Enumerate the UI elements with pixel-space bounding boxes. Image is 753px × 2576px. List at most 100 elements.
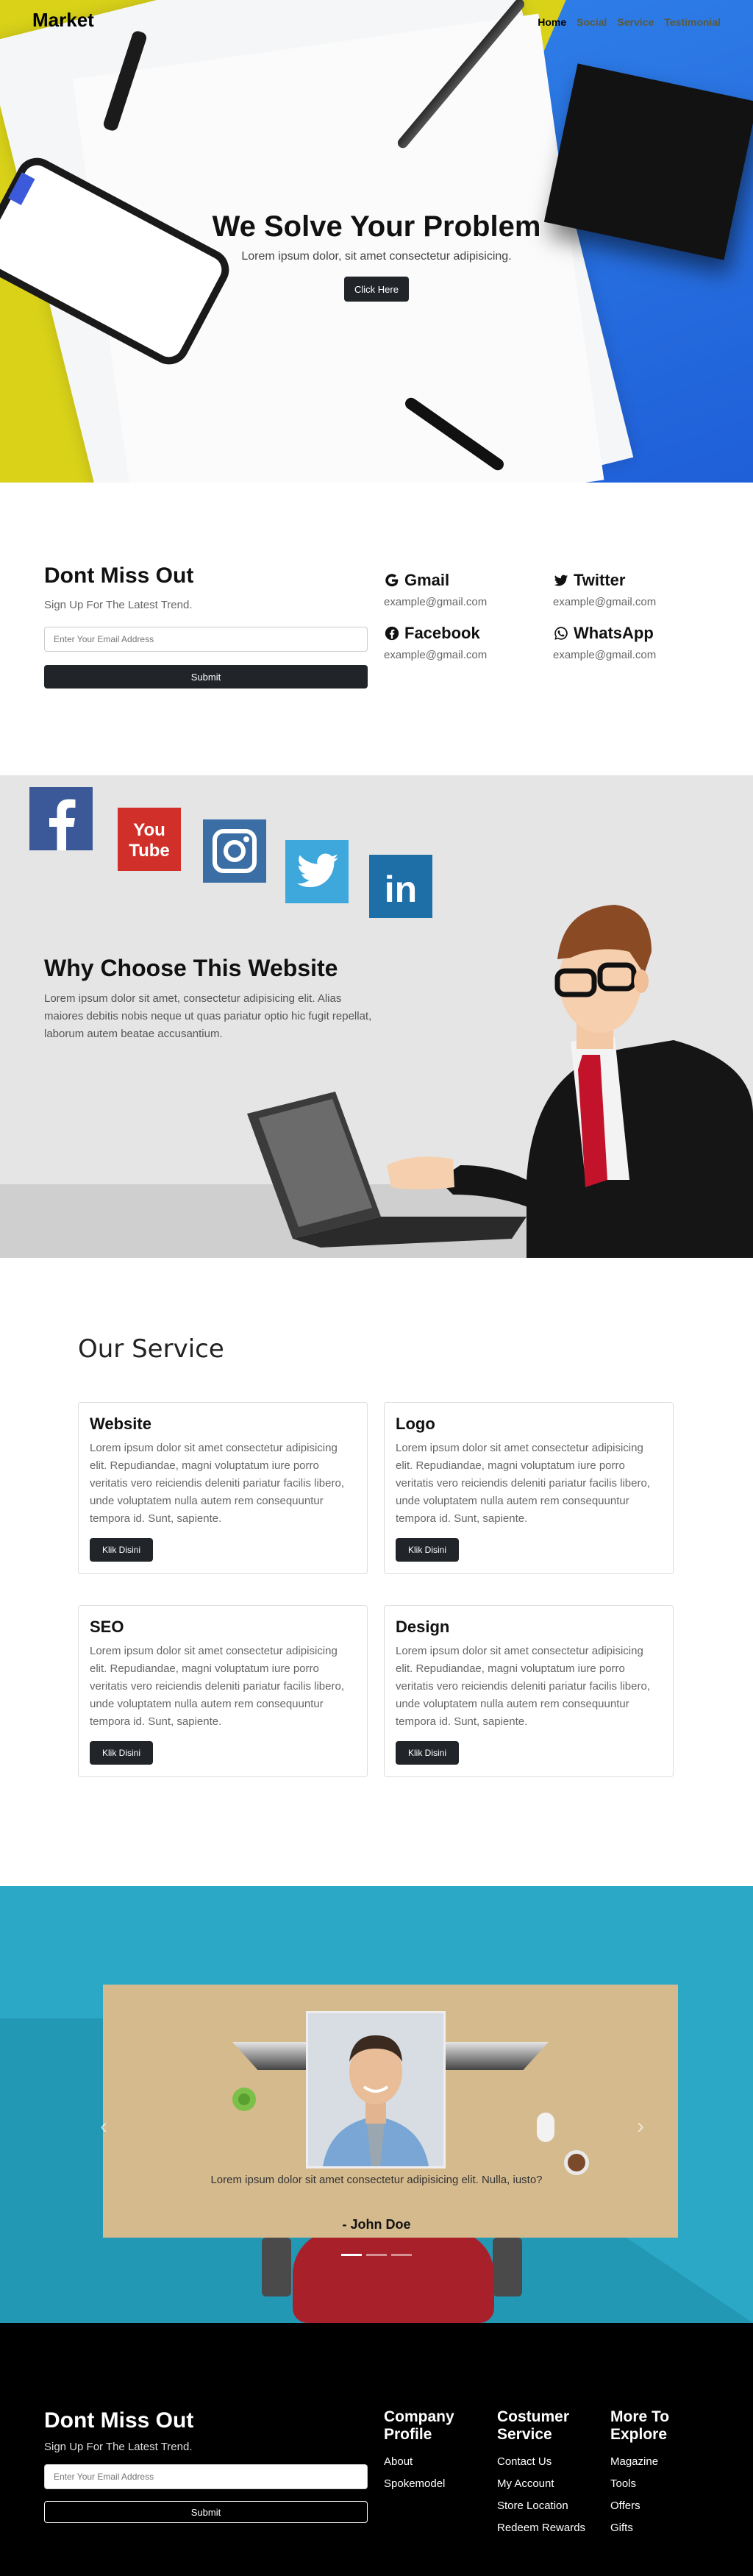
footer-link-about[interactable]: About: [384, 2451, 487, 2473]
service-card-title: Design: [396, 1618, 450, 1636]
contact-whatsapp[interactable]: WhatsApp example@gmail.com: [553, 624, 656, 661]
contact-twitter-label: Twitter: [574, 571, 626, 589]
footer-column-company: Company Profile About Spokemodel: [384, 2408, 487, 2495]
service-card-button[interactable]: Klik Disini: [396, 1538, 459, 1562]
nav-link-social[interactable]: Social: [577, 16, 607, 28]
contact-gmail[interactable]: Gmail example@gmail.com: [384, 571, 487, 608]
service-card-button[interactable]: Klik Disini: [90, 1538, 153, 1562]
mouse-icon: [537, 2113, 554, 2142]
nav-link-home[interactable]: Home: [538, 16, 566, 28]
service-card-text: Lorem ipsum dolor sit amet consectetur a…: [396, 1645, 650, 1728]
brand-logo[interactable]: Market: [32, 9, 94, 32]
google-icon: [385, 574, 399, 587]
why-text: Lorem ipsum dolor sit amet, consectetur …: [44, 992, 372, 1040]
hero-subtitle: Lorem ipsum dolor, sit amet consectetur …: [241, 250, 512, 263]
testimonial-section: Lorem ipsum dolor sit amet consectetur a…: [0, 1886, 753, 2323]
contact-whatsapp-email: example@gmail.com: [553, 649, 657, 661]
why-title: Why Choose This Website: [44, 955, 338, 981]
footer-link-offers[interactable]: Offers: [610, 2495, 713, 2517]
service-card-button[interactable]: Klik Disini: [396, 1741, 459, 1765]
newsletter-subtitle: Sign Up For The Latest Trend.: [44, 599, 193, 611]
chevron-right-icon[interactable]: ›: [637, 2114, 644, 2139]
service-card-seo: SEO Lorem ipsum dolor sit amet consectet…: [78, 1605, 368, 1777]
footer-column-title: Costumer Service: [497, 2408, 570, 2443]
footer-link-spokemodel[interactable]: Spokemodel: [384, 2473, 487, 2495]
carousel-indicator[interactable]: [391, 2254, 412, 2256]
service-card-logo: Logo Lorem ipsum dolor sit amet consecte…: [384, 1402, 674, 1574]
footer-column-title: Company Profile: [384, 2408, 454, 2443]
hero-section: Market Home Social Service Testimonial W…: [0, 0, 753, 483]
carousel-indicator[interactable]: [366, 2254, 387, 2256]
contact-facebook-email: example@gmail.com: [384, 649, 488, 661]
contact-twitter[interactable]: Twitter example@gmail.com: [553, 571, 656, 608]
footer-column-title: More To Explore: [610, 2408, 670, 2443]
contact-twitter-email: example@gmail.com: [553, 596, 657, 608]
footer: Dont Miss Out Sign Up For The Latest Tre…: [0, 2323, 753, 2576]
contact-gmail-label: Gmail: [404, 571, 450, 589]
testimonial-avatar: [306, 2011, 446, 2168]
footer-column-customer-service: Costumer Service Contact Us My Account S…: [497, 2408, 600, 2539]
chair-leg: [493, 2238, 522, 2296]
facebook-icon: [29, 787, 93, 850]
footer-title: Dont Miss Out: [44, 2408, 194, 2433]
twitter-icon: [554, 574, 568, 586]
carousel-indicator[interactable]: [341, 2254, 362, 2256]
contact-facebook-label: Facebook: [404, 624, 480, 642]
newsletter-submit-button[interactable]: Submit: [44, 665, 368, 689]
footer-link-magazine[interactable]: Magazine: [610, 2451, 713, 2473]
service-card-design: Design Lorem ipsum dolor sit amet consec…: [384, 1605, 674, 1777]
plant-icon: [232, 2088, 256, 2111]
coffee-cup-icon: [564, 2150, 589, 2175]
footer-column-explore: More To Explore Magazine Tools Offers Gi…: [610, 2408, 713, 2539]
navbar: Market Home Social Service Testimonial: [0, 0, 753, 44]
contact-whatsapp-label: WhatsApp: [574, 624, 654, 642]
contact-twitter-heading: Twitter: [553, 571, 656, 590]
testimonial-author: - John Doe: [342, 2217, 411, 2232]
contact-whatsapp-heading: WhatsApp: [553, 624, 656, 643]
whatsapp-icon: [554, 627, 568, 640]
chair-illustration: [293, 2230, 494, 2323]
footer-link-store-location[interactable]: Store Location: [497, 2495, 600, 2517]
chevron-left-icon[interactable]: ‹: [100, 2114, 107, 2139]
service-card-title: Website: [90, 1415, 151, 1433]
footer-submit-button[interactable]: Submit: [44, 2501, 368, 2523]
service-card-title: Logo: [396, 1415, 435, 1433]
hero-click-here-button[interactable]: Click Here: [344, 277, 409, 302]
nav-link-testimonial[interactable]: Testimonial: [664, 16, 721, 28]
hero-title: We Solve Your Problem: [212, 210, 541, 243]
service-card-text: Lorem ipsum dolor sit amet consectetur a…: [396, 1442, 650, 1525]
footer-link-redeem-rewards[interactable]: Redeem Rewards: [497, 2517, 600, 2539]
youtube-icon: You Tube: [118, 808, 181, 871]
nav-links: Home Social Service Testimonial: [538, 16, 721, 28]
person-portrait-image: [308, 2013, 443, 2166]
service-card-website: Website Lorem ipsum dolor sit amet conse…: [78, 1402, 368, 1574]
service-card-button[interactable]: Klik Disini: [90, 1741, 153, 1765]
footer-email-input[interactable]: [44, 2464, 368, 2489]
service-card-text: Lorem ipsum dolor sit amet consectetur a…: [90, 1442, 344, 1525]
newsletter-email-input[interactable]: [44, 627, 368, 652]
facebook-icon: [385, 626, 399, 641]
footer-subtitle: Sign Up For The Latest Trend.: [44, 2441, 193, 2453]
carousel-indicators: [341, 2254, 412, 2256]
youtube-icon-text: You: [133, 820, 165, 840]
newsletter-section: Dont Miss Out Sign Up For The Latest Tre…: [0, 483, 753, 775]
footer-link-contact-us[interactable]: Contact Us: [497, 2451, 600, 2473]
man-with-laptop-illustration: [247, 905, 753, 1258]
contact-facebook[interactable]: Facebook example@gmail.com: [384, 624, 487, 661]
testimonial-quote: Lorem ipsum dolor sit amet consectetur a…: [210, 2174, 543, 2186]
service-card-text: Lorem ipsum dolor sit amet consectetur a…: [90, 1645, 344, 1728]
services-section: Our Service Website Lorem ipsum dolor si…: [0, 1258, 753, 1886]
contact-gmail-heading: Gmail: [384, 571, 487, 590]
footer-link-gifts[interactable]: Gifts: [610, 2517, 713, 2539]
contact-gmail-email: example@gmail.com: [384, 596, 488, 608]
youtube-icon-text: Tube: [129, 841, 170, 861]
footer-link-tools[interactable]: Tools: [610, 2473, 713, 2495]
newsletter-title: Dont Miss Out: [44, 563, 194, 588]
services-title: Our Service: [78, 1334, 224, 1364]
nav-link-service[interactable]: Service: [617, 16, 654, 28]
why-choose-section: You Tube in Why Choose This Website Lore…: [0, 775, 753, 1258]
chair-leg: [262, 2238, 291, 2296]
footer-link-my-account[interactable]: My Account: [497, 2473, 600, 2495]
service-card-title: SEO: [90, 1618, 124, 1636]
contact-facebook-heading: Facebook: [384, 624, 487, 643]
